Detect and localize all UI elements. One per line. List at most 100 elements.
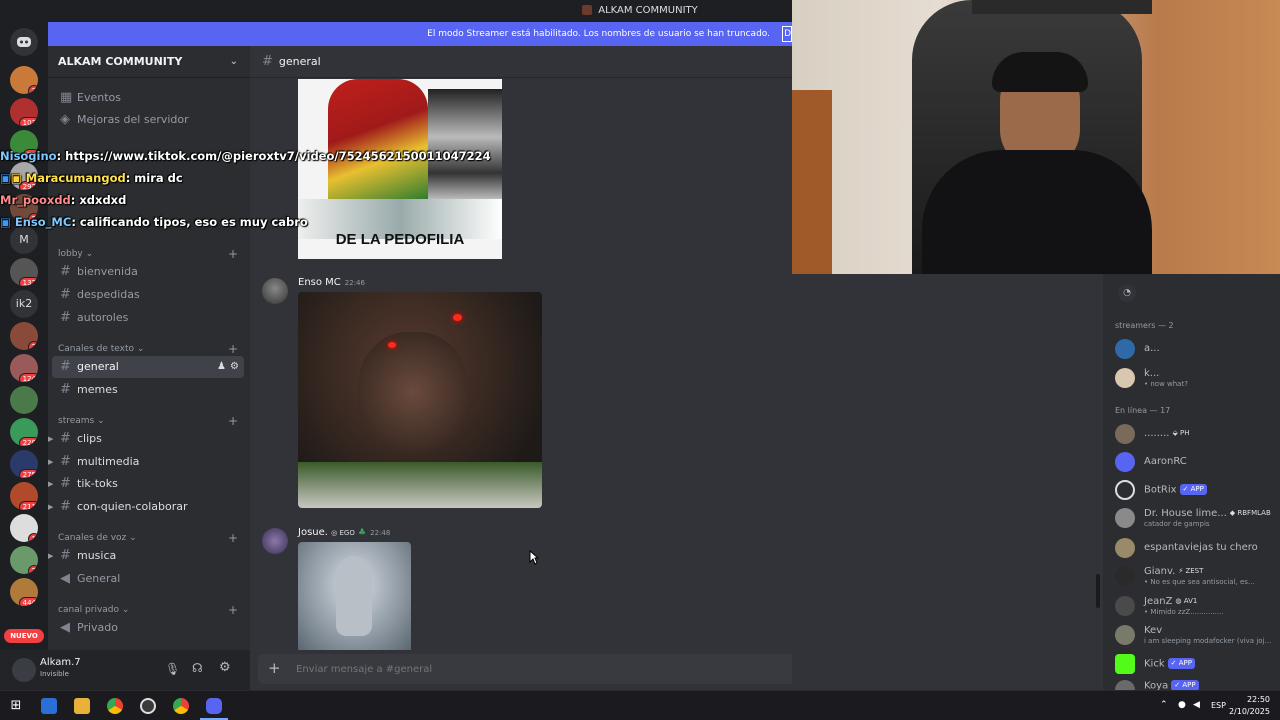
channel-multimedia[interactable]: # multimedia [52, 451, 244, 473]
server-icon[interactable]: 132 [10, 258, 38, 286]
speaker-tray-icon[interactable]: ◀ [1193, 700, 1200, 710]
channel-label: memes [77, 383, 118, 396]
calendar-icon: ▦ [60, 90, 73, 105]
banner-dismiss-button[interactable]: D [782, 26, 792, 42]
server-icon[interactable] [10, 386, 38, 414]
member-item[interactable]: a... [1115, 337, 1275, 363]
invite-icon[interactable]: ♟ [217, 356, 226, 378]
clock-time[interactable]: 22:50 [1234, 695, 1270, 704]
category-canales-de-voz[interactable]: Canales de voz ⌄ + [58, 531, 244, 545]
server-icon[interactable]: 211 [10, 482, 38, 510]
avatar [1115, 480, 1135, 500]
channel-bienvenida[interactable]: # bienvenida [52, 261, 244, 283]
category-canales-de-texto[interactable]: Canales de texto ⌄ + [58, 342, 244, 356]
tag-text: ZEST [1185, 567, 1204, 575]
discord-taskbar-icon[interactable] [206, 698, 222, 714]
gear-icon[interactable]: ⚙ [230, 356, 239, 378]
voice-channel-general[interactable]: ◀ General [52, 568, 244, 590]
member-item[interactable]: k... • now what? [1115, 366, 1275, 392]
message-author[interactable]: Josue. ◎ EGO ♣ 22:48 [298, 527, 390, 538]
category-streams[interactable]: streams ⌄ + [58, 414, 244, 428]
discord-home-button[interactable] [10, 28, 38, 56]
events-item[interactable]: ▦ Eventos [52, 87, 244, 109]
tree-monster-image[interactable] [298, 292, 542, 508]
settings-gear-icon[interactable]: ⚙ [219, 660, 231, 675]
category-canal-privado[interactable]: canal privado ⌄ + [58, 603, 244, 617]
channel-musica[interactable]: # musica [52, 545, 244, 567]
add-attachment-icon[interactable]: + [268, 659, 281, 677]
server-boost-item[interactable]: ◈ Mejoras del servidor [52, 109, 244, 131]
server-icon[interactable]: 275 [10, 450, 38, 478]
language-indicator[interactable]: ESP [1211, 701, 1226, 710]
server-icon[interactable]: 444 [10, 578, 38, 606]
add-channel-icon[interactable]: + [228, 414, 238, 428]
file-explorer-icon[interactable] [74, 698, 90, 714]
member-item[interactable]: Koya ✓ APP [1115, 678, 1275, 690]
message-author[interactable]: Enso MC 22:46 [298, 277, 365, 288]
user-panel: Alkam.7 Invisible 🎙︎ ☊ ⚙ [0, 650, 250, 690]
member-item[interactable]: ........ ⬙ PH [1115, 422, 1275, 448]
channel-despedidas[interactable]: # despedidas [52, 284, 244, 306]
clock-date[interactable]: 2/10/2025 [1226, 707, 1270, 716]
mention-badge: 103 [18, 117, 38, 126]
stage-icon[interactable]: ◔ [1118, 284, 1136, 302]
member-name: Koya [1144, 680, 1169, 691]
channel-con-quien-colaborar[interactable]: # con-quien-colaborar [52, 496, 244, 518]
leaf-icon: ♣ [358, 528, 367, 538]
server-icon[interactable]: 228 [10, 418, 38, 446]
tray-chevron-icon[interactable]: ⌃ [1160, 700, 1168, 710]
hash-icon: # [60, 359, 71, 374]
member-item[interactable]: Dr. House lime... ◆ RBFMLAB catador de ga… [1115, 506, 1275, 532]
photo-image[interactable] [298, 542, 411, 650]
member-item[interactable]: JeanZ ◍ AV1 • Mimido zzZ............... [1115, 594, 1275, 620]
member-item[interactable]: AaronRC [1115, 450, 1275, 476]
person-hoodie [922, 150, 1152, 274]
server-icon[interactable]: 124 [10, 354, 38, 382]
discord-icon [17, 37, 31, 47]
add-channel-icon[interactable]: + [228, 247, 238, 261]
speaker-icon: ◀ [60, 571, 70, 586]
message-time: 22:48 [370, 529, 391, 537]
server-icon[interactable]: 103 [10, 98, 38, 126]
speaker-icon: ◀ [60, 620, 70, 635]
add-channel-icon[interactable]: + [228, 603, 238, 617]
avatar[interactable] [262, 528, 288, 554]
chrome-icon[interactable] [107, 698, 123, 714]
channel-clips[interactable]: # clips [52, 428, 244, 450]
windows-start-icon[interactable]: ⊞ [8, 698, 24, 714]
avatar[interactable] [262, 278, 288, 304]
store-icon[interactable] [41, 698, 57, 714]
add-channel-icon[interactable]: + [228, 342, 238, 356]
chat-scrollbar[interactable] [1096, 574, 1100, 608]
server-header[interactable]: ALKAM COMMUNITY ⌄ [48, 46, 250, 78]
overlay-text: : mira dc [125, 171, 183, 185]
channel-autoroles[interactable]: # autoroles [52, 307, 244, 329]
eye [388, 342, 396, 348]
category-lobby[interactable]: lobby ⌄ + [58, 247, 244, 261]
member-item[interactable]: espantaviejas tu chero [1115, 536, 1275, 562]
channel-general[interactable]: # general ♟ ⚙ [52, 356, 244, 378]
server-icon[interactable]: 2 [10, 546, 38, 574]
voice-channel-privado[interactable]: ◀ Privado [52, 617, 244, 639]
author-name: Josue. [298, 527, 328, 538]
member-item[interactable]: Kev i am sleeping modafocker (viva joj..… [1115, 623, 1275, 649]
microphone-icon[interactable]: 🎙︎ [165, 662, 180, 676]
server-icon[interactable]: 2 [10, 322, 38, 350]
server-icon-text[interactable]: ik2 [10, 290, 38, 318]
obs-icon[interactable] [140, 698, 156, 714]
channel-memes[interactable]: # memes [52, 379, 244, 401]
server-icon[interactable]: 3 [10, 66, 38, 94]
avatar[interactable] [12, 658, 36, 682]
microphone-tray-icon[interactable]: ● [1178, 700, 1186, 710]
chrome-icon[interactable] [173, 698, 189, 714]
hash-icon: # [60, 499, 71, 514]
add-channel-icon[interactable]: + [228, 531, 238, 545]
avatar [1115, 508, 1135, 528]
monster-head [358, 332, 468, 452]
member-item[interactable]: Kick ✓ APP [1115, 652, 1275, 678]
channel-tik-toks[interactable]: # tik-toks [52, 473, 244, 495]
member-item[interactable]: BotRix ✓ APP [1115, 478, 1275, 504]
server-icon[interactable]: 1 [10, 514, 38, 542]
headphones-icon[interactable]: ☊ [192, 661, 203, 675]
member-item[interactable]: Gianv. ⚡ ZEST • No es que sea antisocial,… [1115, 564, 1275, 590]
